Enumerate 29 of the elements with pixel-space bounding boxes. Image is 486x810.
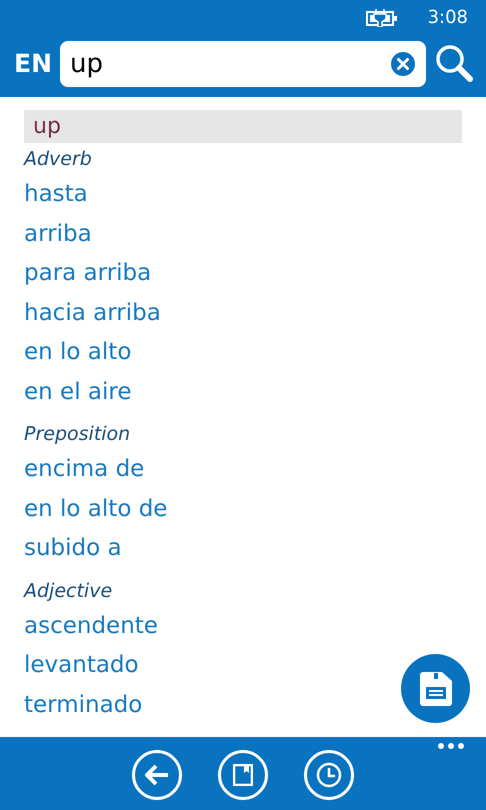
part-of-speech: Adjective	[24, 578, 114, 604]
translation-link[interactable]: en lo alto de	[24, 496, 168, 522]
translation-link[interactable]: en lo alto	[24, 339, 132, 365]
translation-link[interactable]: hasta	[24, 181, 88, 207]
more-icon[interactable]	[438, 743, 464, 749]
clear-icon[interactable]	[390, 51, 416, 77]
clock-icon	[316, 762, 342, 788]
translation-link[interactable]: subido a	[24, 535, 122, 561]
back-arrow-icon	[144, 764, 170, 786]
part-of-speech: Adverb	[24, 147, 93, 172]
translation-link[interactable]: ascendente	[24, 612, 158, 638]
search-icon[interactable]	[434, 44, 474, 84]
part-of-speech: Preposition	[24, 422, 132, 447]
back-button[interactable]	[132, 750, 182, 800]
translation-link[interactable]: en el aire	[24, 378, 132, 404]
battery-charging-icon	[366, 8, 398, 26]
translation-link[interactable]: hacia arriba	[24, 300, 161, 326]
language-label[interactable]: EN	[14, 45, 52, 83]
translation-link[interactable]: levantado	[24, 652, 139, 678]
translation-link[interactable]: terminado	[24, 692, 142, 718]
clock-time: 3:08	[428, 6, 468, 30]
bookmark-button[interactable]	[218, 750, 268, 800]
history-button[interactable]	[304, 750, 354, 800]
headword: up	[24, 110, 462, 143]
translation-link[interactable]: arriba	[24, 220, 92, 246]
bookmark-book-icon	[233, 764, 253, 786]
translation-link[interactable]: encima de	[24, 456, 144, 482]
translation-link[interactable]: para arriba	[24, 260, 152, 286]
search-field[interactable]: up	[60, 41, 426, 87]
